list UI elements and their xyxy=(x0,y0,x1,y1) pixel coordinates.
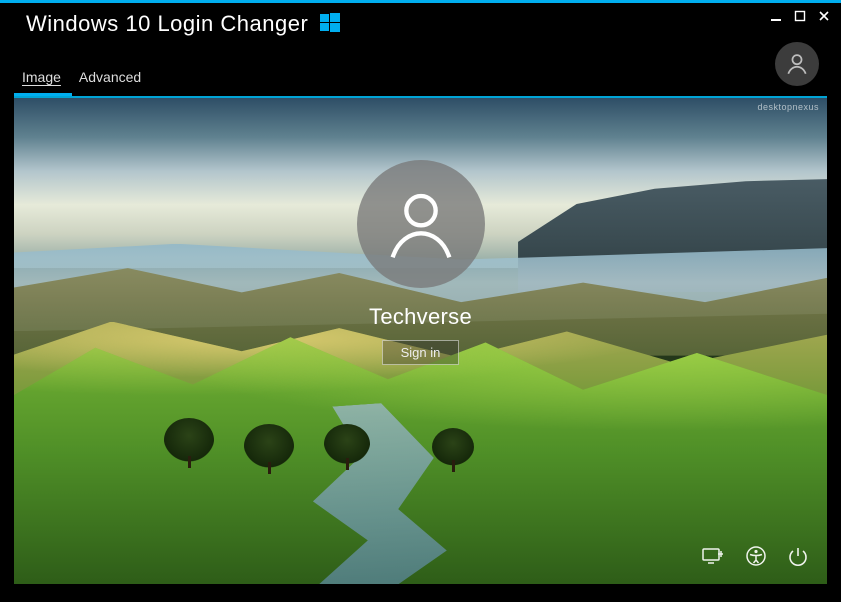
preview-bottom-icons xyxy=(701,545,809,572)
username-label: Techverse xyxy=(369,304,472,330)
tab-bar: Image Advanced xyxy=(0,55,841,91)
windows-logo-icon xyxy=(320,13,340,38)
sign-in-button[interactable]: Sign in xyxy=(382,340,460,365)
bg-tree xyxy=(164,418,214,462)
tab-advanced[interactable]: Advanced xyxy=(79,69,141,91)
bg-tree xyxy=(244,424,294,468)
maximize-button[interactable] xyxy=(793,9,807,23)
bg-tree xyxy=(324,424,370,464)
user-avatar-icon xyxy=(357,160,485,288)
ease-of-access-icon[interactable] xyxy=(745,545,767,572)
minimize-button[interactable] xyxy=(769,9,783,23)
app-title: Windows 10 Login Changer xyxy=(26,11,308,37)
close-button[interactable] xyxy=(817,9,831,23)
header-user-avatar[interactable] xyxy=(775,42,819,86)
image-watermark: desktopnexus xyxy=(757,102,819,112)
preview-container: desktopnexus Techverse Sign in xyxy=(14,96,827,584)
power-icon[interactable] xyxy=(787,545,809,572)
titlebar: Windows 10 Login Changer xyxy=(0,3,841,55)
tab-image[interactable]: Image xyxy=(22,69,61,91)
login-center: Techverse Sign in xyxy=(357,160,485,365)
network-icon[interactable] xyxy=(701,546,725,571)
window-controls xyxy=(769,9,831,23)
bg-tree xyxy=(432,428,474,466)
login-preview[interactable]: desktopnexus Techverse Sign in xyxy=(14,98,827,584)
app-window: Windows 10 Login Changer xyxy=(0,0,841,602)
tab-indicator xyxy=(0,93,841,96)
